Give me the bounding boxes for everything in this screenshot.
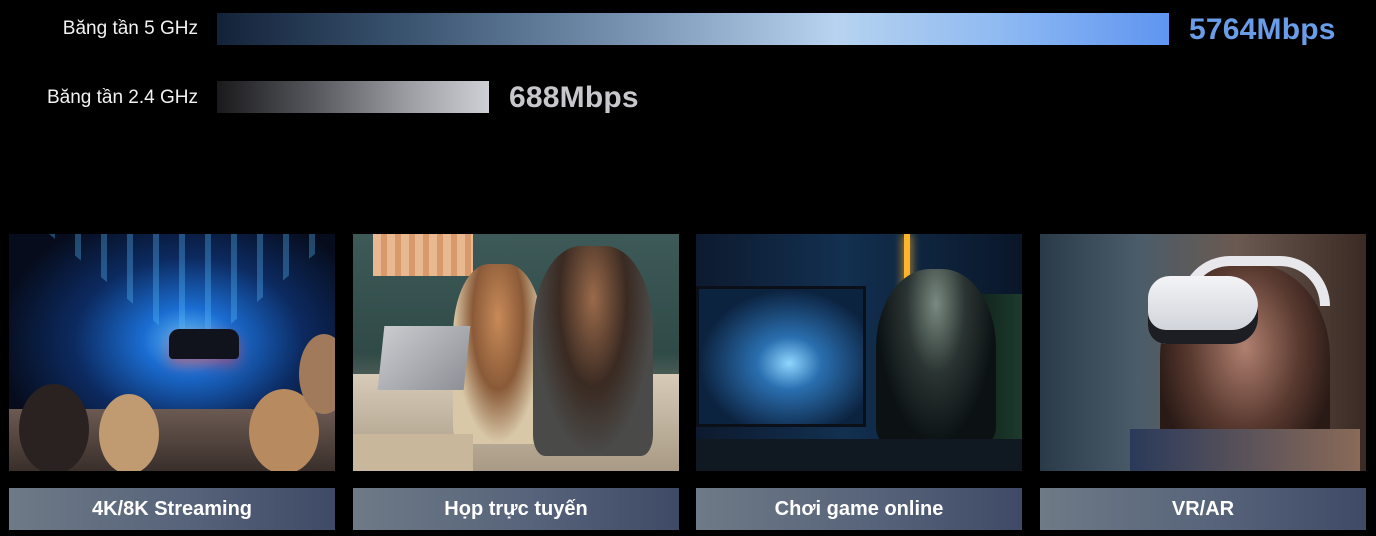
band-5ghz-speed: 5764Mbps: [1189, 13, 1336, 46]
vr-headset-image: [1040, 234, 1366, 471]
video-meeting-image: [353, 234, 679, 471]
band-5ghz-label: Băng tần 5 GHz: [62, 18, 198, 39]
band-24ghz-label: Băng tần 2.4 GHz: [46, 87, 198, 108]
card-caption-vr: VR/AR: [1040, 488, 1366, 530]
use-case-card-streaming: 4K/8K Streaming: [9, 234, 335, 530]
band-24ghz-bar: [217, 81, 489, 113]
band-5ghz-bar: [217, 13, 1169, 45]
use-case-card-gaming: Chơi game online: [696, 234, 1022, 530]
wifi-speed-banner: Băng tần 5 GHz 5764Mbps Băng tần 2.4 GHz…: [0, 0, 1376, 536]
use-case-card-vr: VR/AR: [1040, 234, 1366, 530]
card-caption-gaming: Chơi game online: [696, 488, 1022, 530]
gaming-image: [696, 234, 1022, 471]
card-caption-streaming: 4K/8K Streaming: [9, 488, 335, 530]
band-24ghz-speed: 688Mbps: [509, 81, 639, 114]
use-case-card-meeting: Họp trực tuyến: [353, 234, 679, 530]
card-caption-meeting: Họp trực tuyến: [353, 488, 679, 530]
streaming-image: [9, 234, 335, 471]
